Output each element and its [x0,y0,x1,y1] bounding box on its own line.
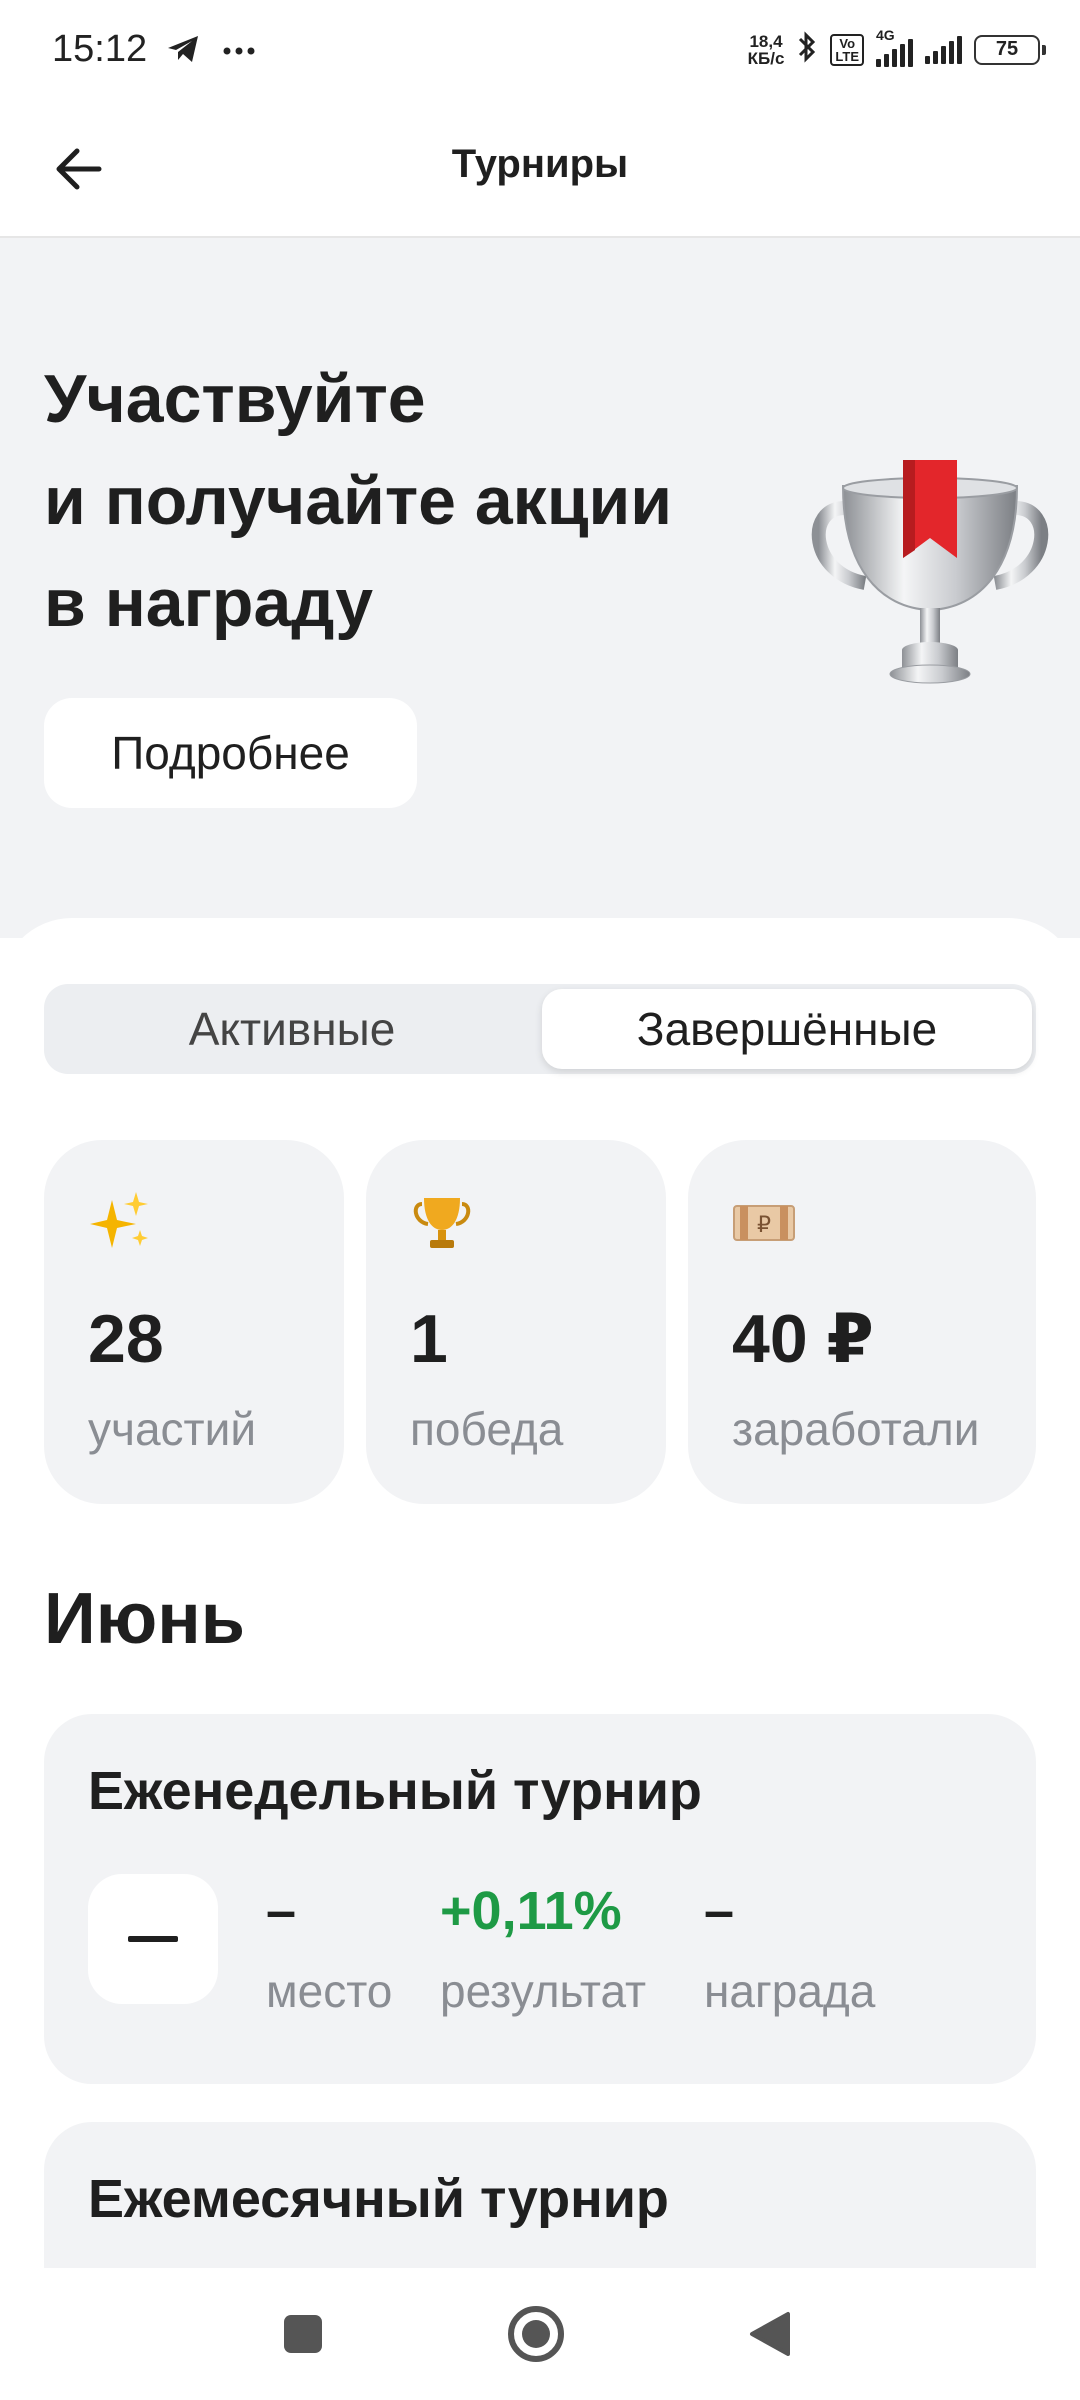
tournament-title: Ежемесячный турнир [88,2169,669,2229]
recents-button[interactable] [263,2294,343,2374]
dash-icon [128,1936,178,1942]
recents-square-icon [284,2315,322,2353]
sparkles-icon [90,1192,148,1248]
stat-card-earned: ₽ 40 ₽ заработали [688,1140,1036,1504]
month-heading: Июнь [44,1579,245,1659]
tab-active[interactable]: Активные [44,984,540,1074]
more-info-button[interactable]: Подробнее [44,698,417,808]
metric-value: +0,11% [440,1881,622,1941]
tournament-title: Еженедельный турнир [88,1761,702,1821]
tournament-card-weekly[interactable]: Еженедельный турнир – место +0,11% резул… [44,1714,1036,2084]
status-right-icons: 18,4 КБ/с Vo LTE 4G 75 [748,27,1046,69]
svg-text:₽: ₽ [757,1213,771,1238]
nav-back-button[interactable] [730,2294,810,2374]
battery-icon: 75 [974,34,1046,65]
stat-label: участий [88,1403,257,1455]
status-time: 15:12 [52,28,148,70]
stat-value: 1 [410,1301,448,1377]
place-badge [88,1874,218,2004]
stat-label: заработали [732,1403,980,1455]
stat-card-wins: 1 победа [366,1140,666,1504]
volte-badge: Vo LTE [830,33,864,66]
trophy-icon [413,1198,471,1248]
metric-reward: – награда [704,1880,875,2018]
system-nav-bar [0,2268,1080,2400]
stat-card-participations: 28 участий [44,1140,344,1504]
stat-value: 28 [88,1301,164,1377]
page-title: Турниры [451,142,629,186]
tournament-tabs: Активные Завершённые [44,984,1036,1074]
status-bar: 15:12 18,4 КБ/с Vo LTE 4G 75 [0,0,1080,104]
metric-place: – место [266,1880,392,2018]
more-dots-icon [222,43,256,61]
back-triangle-icon [750,2312,790,2356]
signal-4g: 4G [876,27,913,67]
battery-level: 75 [995,38,1019,60]
hero-banner: Участвуйте и получайте акции в награду П… [0,238,1080,938]
network-speed-value: 18,4 [749,31,783,51]
volte-bottom: LTE [835,48,859,64]
app-bar: Турниры [0,104,1080,238]
metric-label: результат [440,1965,647,2017]
stat-label: победа [410,1403,564,1455]
volte-top: Vo [839,35,856,51]
main-content: Активные Завершённые 28 участий 1 победа [0,918,1080,2322]
stat-value: 40 ₽ [732,1301,874,1377]
trophy-illustration [811,460,1049,684]
status-left-icons [166,34,256,69]
hero-title: Участвуйте и получайте акции в награду [44,348,764,654]
metric-value: – [704,1881,735,1941]
network-speed: 18,4 КБ/с [748,33,785,67]
telegram-icon [166,34,200,69]
home-circle-icon [508,2306,564,2362]
signal-strength-icon-2 [925,35,962,64]
metric-label: место [266,1965,393,2017]
metric-value: – [266,1881,297,1941]
network-type-label: 4G [876,26,895,43]
bluetooth-icon [796,30,818,69]
home-button[interactable] [496,2294,576,2374]
network-speed-unit: КБ/с [747,48,785,68]
metric-result: +0,11% результат [440,1880,646,2018]
signal-strength-icon [876,38,913,67]
ruble-banknote-icon: ₽ [733,1205,795,1241]
hero-title-line-2: и получайте акции [44,463,673,539]
metric-label: награда [704,1965,876,2017]
stats-row: 28 участий 1 победа ₽ 40 ₽ заработали [44,1140,1036,1504]
tab-finished[interactable]: Завершённые [542,989,1032,1069]
hero-title-line-1: Участвуйте [44,361,426,437]
hero-title-line-3: в награду [44,565,374,641]
